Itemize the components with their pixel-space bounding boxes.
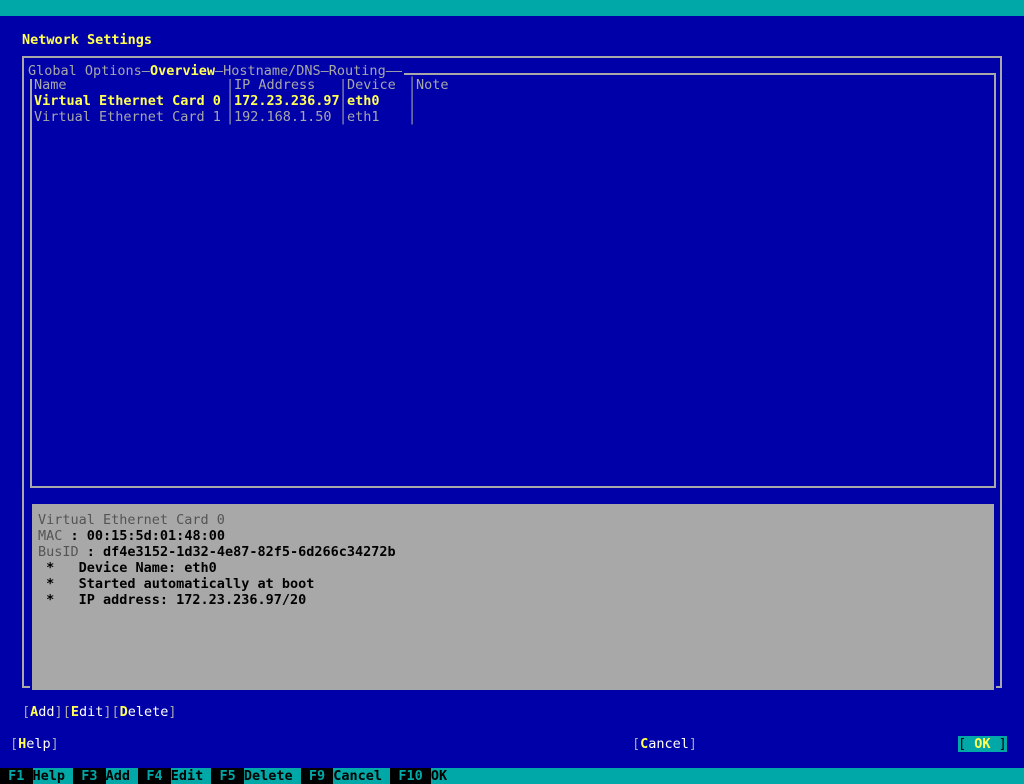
tab-separator: — [320,63,329,79]
cell-device: eth1 [347,109,396,125]
button-hotkey: E [70,704,79,720]
function-label-ok[interactable]: OK [430,768,456,784]
ok-button[interactable]: [ OK ] [958,736,1007,752]
detail-bullet-line: * Started automatically at boot [34,576,992,592]
function-label-add[interactable]: Add [105,768,139,784]
cell-note [416,93,476,109]
bracket-close: ] [50,736,59,752]
button-label: dd [38,704,55,720]
function-key-f3[interactable]: F3 [73,768,106,784]
detail-bullet-line: * IP address: 172.23.236.97/20 [34,592,992,608]
cell-name: Virtual Ethernet Card 1 [34,109,221,125]
cell-device: eth0 [347,93,396,109]
function-key-f1[interactable]: F1 [0,768,33,784]
button-label: elp [26,736,51,752]
column-header-ip-address: IP Address [234,77,339,93]
window-titlebar: YaST2 - lan @ scg-uat [0,0,1024,32]
detail-mac-value: 00:15:5d:01:48:00 [86,528,225,544]
add-button[interactable]: [Add] [22,704,63,720]
tab-trailing-rule: —— [385,63,402,79]
tab-separator: — [214,63,224,79]
bullet-icon: * [38,592,79,608]
cell-note [416,109,476,125]
table-row[interactable]: Virtual Ethernet Card 0 │172.23.236.97│et… [34,93,476,109]
bracket-close: ] [688,736,698,752]
tab-overview[interactable]: Overview [150,63,215,79]
detail-bullet-line: * Device Name: eth0 [34,560,992,576]
column-divider: │ [408,93,417,109]
bracket-open: [ [10,736,19,752]
action-button-row[interactable]: [Add][Edit][Delete] [22,704,177,720]
edit-button[interactable]: [Edit] [63,704,112,720]
table-header-row: Name │IP Address │Device │Note [34,77,476,93]
interface-table[interactable]: Name │IP Address │Device │Note Virtual Et… [30,73,996,488]
column-divider: │ [408,109,417,125]
detail-busid-separator: : [86,544,104,560]
column-divider: │ [408,77,417,93]
bracket-open: [ [111,704,120,720]
detail-mac-label: MAC [38,528,71,544]
detail-bullet-text: Device Name: eth0 [78,560,217,576]
function-key-f10[interactable]: F10 [390,768,431,784]
table-row[interactable]: Virtual Ethernet Card 1 │192.168.1.50 │et… [34,109,476,125]
dialog-button-row[interactable]: [Help] [Cancel] [ OK ] [0,736,1024,752]
interface-detail-panel: Virtual Ethernet Card 0 MAC : 00:15:5d:01… [30,502,996,692]
button-label: ancel [648,736,689,752]
bracket-close: ] [168,704,177,720]
detail-busid-value: df4e3152-1d32-4e87-82f5-6d266c34272b [103,544,396,560]
cell-ip-address: 192.168.1.50 [234,109,339,125]
detail-title: Virtual Ethernet Card 0 [38,512,225,528]
cell-name: Virtual Ethernet Card 0 [34,93,221,109]
bracket-close: ] [103,704,112,720]
detail-bullet-text: Started automatically at boot [78,576,315,592]
bracket-open: [ [22,704,31,720]
button-label: elete [127,704,169,720]
function-label-help[interactable]: Help [32,768,74,784]
delete-button[interactable]: [Delete] [112,704,177,720]
cell-ip-address: 172.23.236.97 [234,93,339,109]
function-label-cancel[interactable]: Cancel [333,768,391,784]
tab-routing[interactable]: Routing [329,63,386,79]
detail-mac-separator: : [70,528,87,544]
column-header-name: Name [34,77,221,93]
bracket-close: ] [54,704,63,720]
column-header-note: Note [416,77,457,93]
column-header-device: Device [347,77,396,93]
bracket-open: [ [632,736,641,752]
column-divider: │ [339,77,348,93]
detail-busid-label: BusID [38,544,87,560]
column-divider: │ [226,109,235,125]
cancel-button[interactable]: [Cancel] [632,736,697,752]
button-hotkey: D [119,704,128,720]
tab-hostname-dns[interactable]: Hostname/DNS [223,63,321,79]
function-label-delete[interactable]: Delete [243,768,301,784]
detail-title-line: Virtual Ethernet Card 0 [34,512,992,528]
column-divider: │ [226,77,235,93]
function-key-f4[interactable]: F4 [138,768,171,784]
bullet-icon: * [38,560,79,576]
function-label-edit[interactable]: Edit [170,768,212,784]
tab-separator: — [141,63,150,79]
button-label: OK [974,736,991,752]
function-key-bar[interactable]: F1 Help F3 Add F4 Edit F5 Delete F9 Canc… [0,768,1024,784]
page-title: Network Settings [22,32,153,48]
detail-mac-line: MAC : 00:15:5d:01:48:00 [34,528,992,544]
button-label: dit [78,704,104,720]
bracket-open: [ [958,736,975,752]
tab-bar[interactable]: Global Options—Overview—Hostname/DNS—Rou… [26,63,404,79]
detail-busid-line: BusID : df4e3152-1d32-4e87-82f5-6d266c34… [34,544,992,560]
bracket-open: [ [62,704,71,720]
detail-bullet-text: IP address: 172.23.236.97/20 [78,592,307,608]
desktop-area: Network Settings Global Options—Overview… [0,16,1024,784]
bracket-close: ] [990,736,1007,752]
function-key-f9[interactable]: F9 [300,768,334,784]
column-divider: │ [339,109,348,125]
column-divider: │ [339,93,348,109]
tab-global-options[interactable]: Global Options [28,63,142,79]
bullet-icon: * [38,576,79,592]
function-key-f5[interactable]: F5 [211,768,244,784]
help-button[interactable]: [Help] [10,736,59,752]
column-divider: │ [226,93,235,109]
